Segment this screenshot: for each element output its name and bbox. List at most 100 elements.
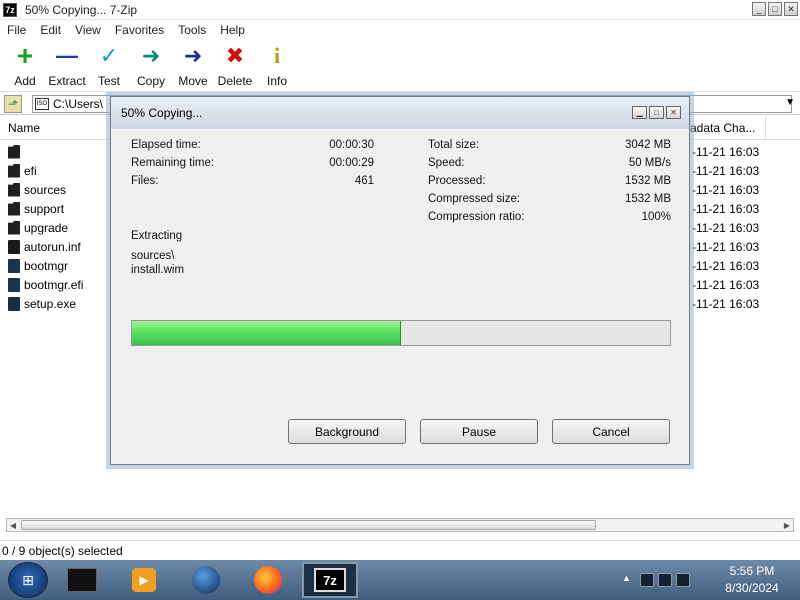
file-date: -11-21 16:03 [692,182,760,197]
column-metadata-header[interactable]: adata Cha... [690,116,766,140]
folder-icon [8,220,20,235]
background-button[interactable]: Background [288,419,406,444]
file-date: -11-21 16:03 [692,239,760,254]
up-arrow-icon: ⬏ [7,96,19,111]
7zip-app-icon: 7z [3,2,17,17]
elapsed-time-value: 00:00:30 [329,139,374,151]
progress-bar-fill [132,321,401,345]
extract-label: Extract [48,74,86,88]
file-name: setup.exe [24,296,77,311]
tray-expand-icon[interactable]: ▲ [622,573,636,587]
delete-button[interactable]: ✖ Delete [214,40,256,89]
compression-ratio-label: Compression ratio: [428,211,525,223]
file-icon [8,258,20,273]
copy-label: Copy [136,74,165,88]
media-player-icon: ▶ [132,568,156,592]
dialog-maximize-button[interactable]: □ [649,106,664,119]
total-size-value: 3042 MB [624,139,671,151]
horizontal-scrollbar[interactable]: ◀ ▶ [6,518,794,532]
menu-tools[interactable]: Tools [171,23,213,37]
speed-label: Speed: [428,157,465,169]
folder-icon [8,144,20,159]
start-button[interactable]: ⊞ [8,562,48,598]
terminal-icon [67,568,97,592]
file-name: bootmgr [24,258,69,273]
exe-file-icon [8,296,20,311]
column-name-header[interactable]: Name [0,121,120,135]
files-label: Files: [131,175,159,187]
monitor-tray-icon[interactable] [658,573,672,587]
maximize-button[interactable]: □ [768,2,782,16]
files-value: 461 [354,175,374,187]
elapsed-time-label: Elapsed time: [131,139,201,151]
file-date: -11-21 16:03 [692,277,760,292]
info-button[interactable]: i Info [256,40,298,89]
remaining-time-label: Remaining time: [131,157,215,169]
move-button[interactable]: ➜ Move [172,40,214,89]
window-controls: _ □ ✕ [752,2,798,16]
file-name: autorun.inf [24,239,81,254]
menu-bar: File Edit View Favorites Tools Help [0,20,800,40]
delete-label: Delete [217,74,253,88]
up-folder-button[interactable]: ⬏ [4,94,22,113]
scroll-left-icon[interactable]: ◀ [7,519,19,531]
clock[interactable]: 5:56 PM 8/30/2024 [704,563,800,597]
scroll-thumb[interactable] [21,520,596,530]
network-tray-icon[interactable] [640,573,654,587]
test-label: Test [97,74,120,88]
taskbar-app-network[interactable] [178,562,234,598]
taskbar-app-7zip[interactable]: 7z [302,562,358,598]
taskbar-app-firefox[interactable] [240,562,296,598]
info-icon: i [273,43,281,68]
menu-view[interactable]: View [68,23,108,37]
add-button[interactable]: + Add [4,40,46,89]
copy-button[interactable]: ➜ Copy [130,40,172,89]
extract-button[interactable]: — Extract [46,40,88,89]
dialog-minimize-button[interactable]: ▁ [632,106,647,119]
clock-date: 8/30/2024 [725,581,779,595]
menu-edit[interactable]: Edit [33,23,68,37]
dialog-body: Elapsed time: 00:00:30 Remaining time: 0… [111,129,689,464]
cancel-button[interactable]: Cancel [552,419,670,444]
total-size-label: Total size: [428,139,480,151]
menu-help[interactable]: Help [213,23,252,37]
current-file: install.wim [131,264,185,276]
processed-label: Processed: [428,175,486,187]
path-dropdown-icon[interactable]: ▼ [785,97,795,108]
scroll-right-icon[interactable]: ▶ [781,519,793,531]
add-label: Add [14,74,36,88]
file-date: -11-21 16:03 [692,201,760,216]
copy-arrow-icon: ➜ [141,43,161,68]
file-name: sources [24,182,67,197]
pause-button[interactable]: Pause [420,419,538,444]
dialog-close-button[interactable]: ✕ [666,106,681,119]
file-icon [8,239,20,254]
file-date: -11-21 16:03 [692,163,760,178]
7zip-taskbar-icon: 7z [314,568,346,592]
clock-time: 5:56 PM [729,564,775,578]
minimize-button[interactable]: _ [752,2,766,16]
close-button[interactable]: ✕ [784,2,798,16]
compressed-size-value: 1532 MB [624,193,671,205]
remaining-time-value: 00:00:29 [329,157,374,169]
file-name: efi [24,163,37,178]
compression-ratio-value: 100% [641,211,671,223]
minus-icon: — [56,43,78,68]
copy-progress-dialog: 50% Copying... ▁ □ ✕ Elapsed time: 00:00… [110,96,690,465]
test-button[interactable]: ✓ Test [88,40,130,89]
plus-icon: + [16,40,34,71]
taskbar-app-media-player[interactable]: ▶ [116,562,172,598]
volume-tray-icon[interactable] [676,573,690,587]
windows-logo-icon: ⊞ [22,571,34,588]
operation-label: Extracting [131,230,183,242]
progress-bar [131,320,671,346]
dialog-titlebar: 50% Copying... ▁ □ ✕ [111,97,689,129]
menu-file[interactable]: File [0,23,33,37]
taskbar: ⊞ ▶ 7z ▲ 5:56 PM 8/30/2024 [0,560,800,600]
iso-file-icon: ISO [35,97,49,110]
taskbar-app-terminal[interactable] [54,562,110,598]
info-label: Info [266,74,287,88]
file-name: upgrade [24,220,69,235]
menu-favorites[interactable]: Favorites [108,23,171,37]
dialog-title: 50% Copying... [121,106,203,120]
